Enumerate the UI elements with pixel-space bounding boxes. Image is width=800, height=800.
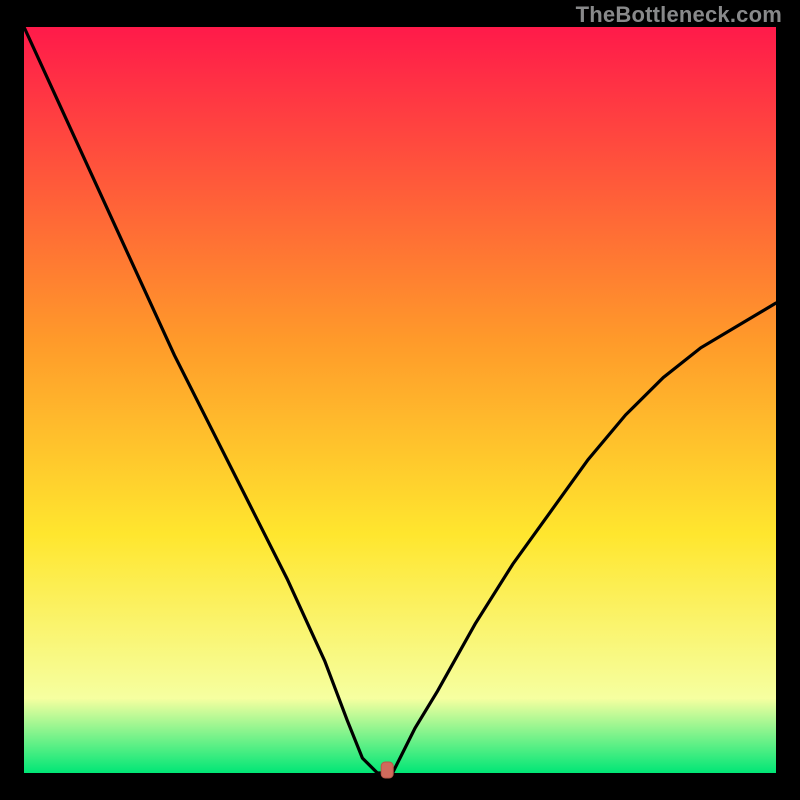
- bottleneck-chart: [0, 0, 800, 800]
- chart-frame: { "watermark": "TheBottleneck.com", "col…: [0, 0, 800, 800]
- optimum-marker: [381, 762, 393, 778]
- plot-background: [24, 27, 776, 773]
- watermark-text: TheBottleneck.com: [576, 2, 782, 28]
